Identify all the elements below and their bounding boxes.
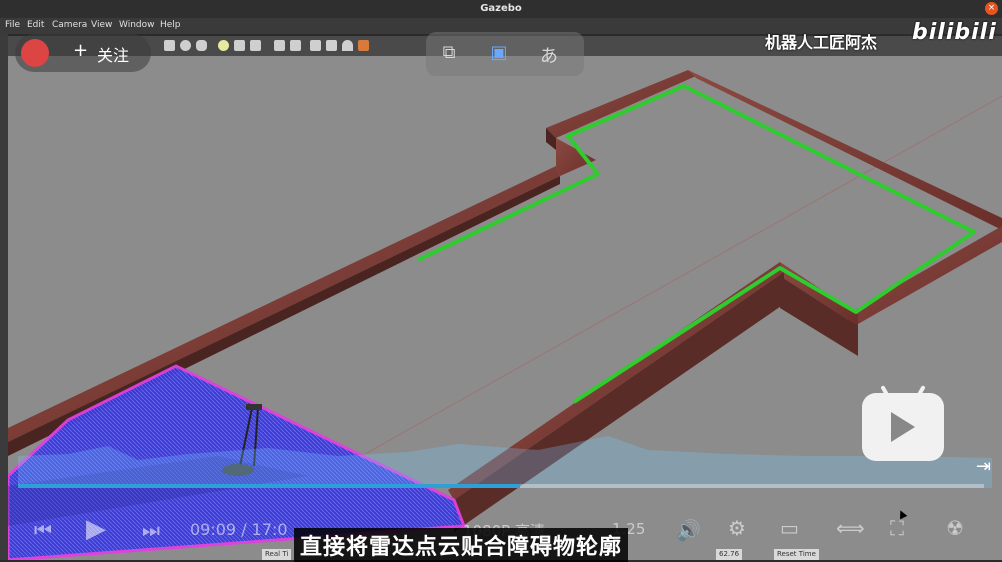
settings-icon[interactable]: ⚙: [728, 516, 746, 540]
real-time-label: Real Ti: [262, 549, 292, 560]
widescreen-icon[interactable]: ⟺: [836, 516, 865, 540]
next-icon[interactable]: ⏭: [142, 518, 160, 542]
paste-icon[interactable]: [290, 40, 301, 51]
pip-mode-icon[interactable]: ▭: [780, 516, 799, 540]
left-panel-handle[interactable]: [0, 34, 8, 560]
site-logo: bilibili: [912, 20, 997, 45]
top-control-pill: ⧉ ▣ あ: [426, 32, 584, 76]
skip-forward-icon[interactable]: ⇥: [976, 456, 991, 477]
box-shape-icon[interactable]: [164, 40, 175, 51]
menu-window[interactable]: Window: [119, 20, 155, 30]
sphere-shape-icon[interactable]: [180, 40, 191, 51]
play-square-icon[interactable]: ▣: [486, 42, 512, 66]
channel-watermark: 机器人工匠阿杰: [765, 33, 878, 52]
fps-value: 62.76: [716, 549, 743, 560]
follow-button[interactable]: + 关注: [15, 34, 151, 72]
spot-light-icon[interactable]: [234, 40, 245, 51]
wall-segment: [546, 70, 696, 138]
point-light-icon[interactable]: [218, 40, 229, 51]
uploader-avatar[interactable]: [21, 39, 49, 67]
follow-label: 关注: [97, 46, 130, 65]
screenshot-icon[interactable]: [358, 40, 369, 51]
window-titlebar: Gazebo ×: [0, 0, 1002, 18]
danmaku-icon[interactable]: ☢: [946, 516, 964, 540]
pip-icon[interactable]: ⧉: [436, 42, 462, 66]
wall-segment: [688, 70, 1002, 230]
snap-icon[interactable]: [326, 40, 337, 51]
menu-help[interactable]: Help: [160, 20, 181, 30]
prev-icon[interactable]: ⏮: [34, 518, 52, 542]
play-icon[interactable]: ▶: [86, 514, 106, 544]
subtitle-caption: 直接将雷达点云贴合障碍物轮廓: [294, 528, 629, 562]
copy-icon[interactable]: [274, 40, 285, 51]
wall-segment: [848, 226, 1002, 324]
tv-play-icon[interactable]: [862, 385, 944, 461]
playback-time: 09:09 / 17:0: [190, 520, 288, 539]
progress-bar[interactable]: [18, 484, 984, 488]
fullscreen-icon[interactable]: ⛶: [890, 516, 904, 540]
progress-fill: [18, 484, 521, 488]
translate-icon[interactable]: あ: [536, 42, 562, 67]
follow-plus-icon: +: [73, 40, 89, 61]
reset-time-button[interactable]: Reset Time: [774, 549, 819, 560]
menu-camera[interactable]: Camera: [52, 20, 87, 30]
align-icon[interactable]: [310, 40, 321, 51]
wall-segment: [8, 166, 560, 442]
menu-file[interactable]: File: [5, 20, 20, 30]
menu-view[interactable]: View: [91, 20, 112, 30]
magnet-icon[interactable]: [342, 40, 353, 51]
menu-edit[interactable]: Edit: [27, 20, 44, 30]
window-title: Gazebo: [480, 3, 522, 14]
volume-icon[interactable]: 🔊: [676, 518, 701, 542]
close-window-button[interactable]: ×: [985, 2, 998, 15]
cylinder-shape-icon[interactable]: [196, 40, 207, 51]
directional-light-icon[interactable]: [250, 40, 261, 51]
